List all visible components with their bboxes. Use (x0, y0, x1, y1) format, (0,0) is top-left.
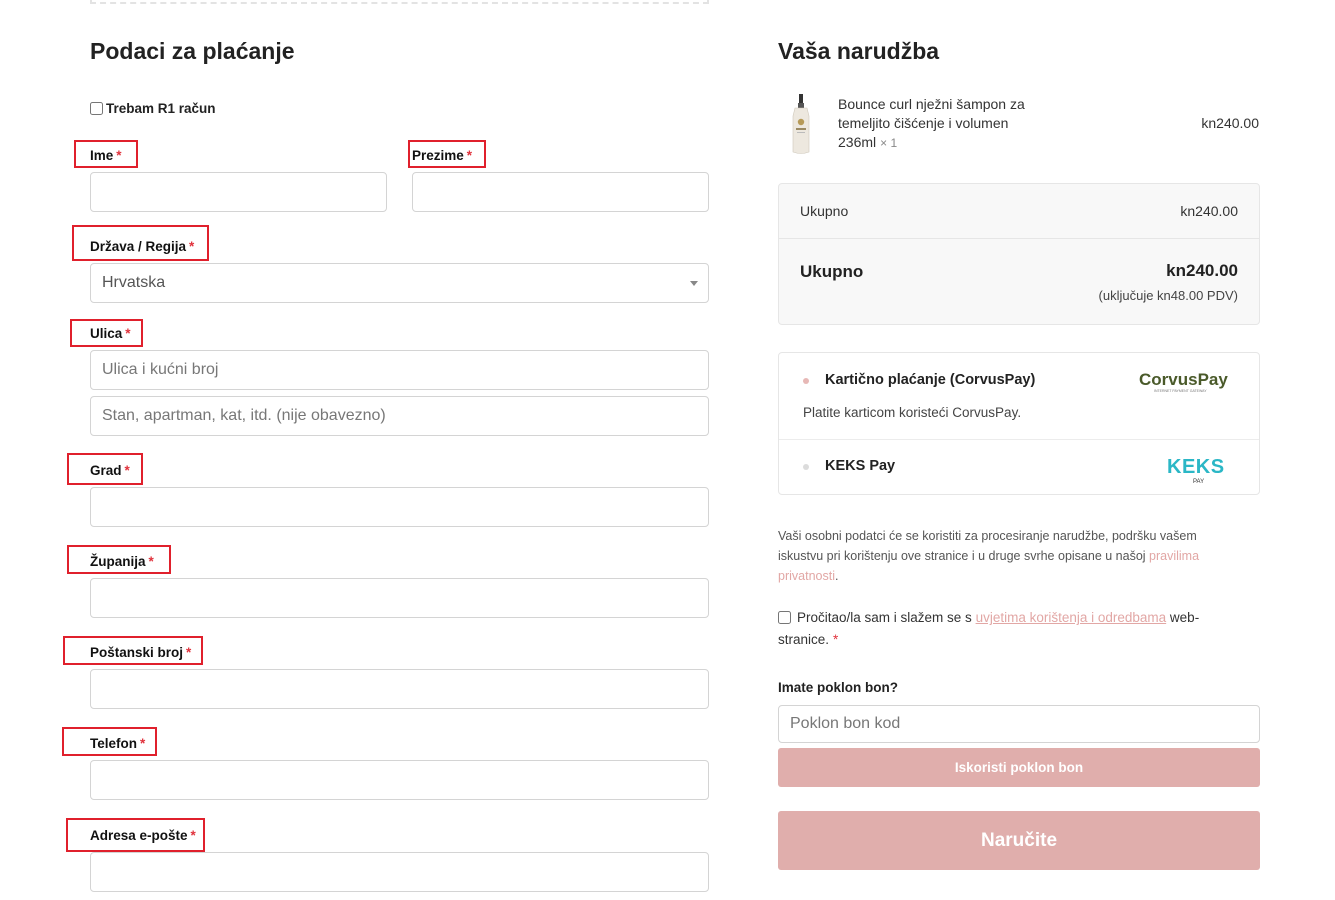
city-label: Grad * (90, 463, 130, 478)
billing-title: Podaci za plaćanje (90, 38, 295, 64)
r1-label: Trebam R1 račun (106, 101, 216, 116)
product-name: Bounce curl nježni šampon za temeljito č… (838, 96, 1025, 150)
phone-input[interactable] (90, 760, 709, 800)
product-thumbnail (792, 94, 810, 154)
total-value: kn240.00 (1166, 261, 1238, 280)
email-input[interactable] (90, 852, 709, 892)
payment-option-corvuspay[interactable]: Kartično plaćanje (CorvusPay) (825, 372, 1035, 388)
product-quantity: × 1 (880, 136, 898, 150)
payment-divider (779, 439, 1259, 440)
chevron-down-icon (690, 281, 698, 286)
order-totals: Ukupno kn240.00 Ukupno kn240.00 (uključu… (778, 183, 1260, 325)
country-selected-value: Hrvatska (102, 274, 166, 291)
coupon-box-border (90, 0, 709, 4)
corvuspay-logo: CorvusPay INTERNET PAYMENT GATEWAY (1139, 370, 1228, 393)
payment-option-keks-pay[interactable]: KEKS Pay (825, 458, 895, 474)
terms-checkbox[interactable] (778, 611, 791, 624)
svg-text:INTERNET PAYMENT GATEWAY: INTERNET PAYMENT GATEWAY (1154, 389, 1207, 393)
subtotal-row: Ukupno kn240.00 (779, 184, 1259, 239)
vat-note: (uključuje kn48.00 PDV) (1098, 288, 1238, 303)
county-label: Županija * (90, 554, 154, 569)
corvuspay-description: Platite karticom koristeći CorvusPay. (803, 405, 1022, 420)
r1-checkbox[interactable] (90, 102, 103, 115)
product-price: kn240.00 (1201, 115, 1259, 131)
postcode-label: Poštanski broj * (90, 645, 192, 660)
apply-gift-card-button[interactable]: Iskoristi poklon bon (778, 748, 1260, 787)
postcode-input[interactable] (90, 669, 709, 709)
place-order-button[interactable]: Naručite (778, 811, 1260, 870)
subtotal-value: kn240.00 (1180, 203, 1238, 219)
svg-text:PAY: PAY (1193, 479, 1204, 485)
phone-label: Telefon * (90, 736, 146, 751)
total-label: Ukupno (800, 262, 864, 281)
r1-invoice-option[interactable]: Trebam R1 račun (90, 101, 216, 116)
first-name-input[interactable] (90, 172, 387, 212)
street-address-input[interactable]: Ulica i kućni broj (90, 350, 709, 390)
terms-link[interactable]: uvjetima korištenja i odredbama (976, 610, 1167, 625)
last-name-input[interactable] (412, 172, 709, 212)
keks-pay-logo: KEKS PAY (1167, 456, 1225, 485)
payment-methods: Kartično plaćanje (CorvusPay) CorvusPay … (778, 352, 1260, 495)
city-input[interactable] (90, 487, 709, 527)
privacy-notice: Vaši osobni podatci će se koristiti za p… (778, 529, 1200, 583)
street-address2-input[interactable]: Stan, apartman, kat, itd. (nije obavezno… (90, 396, 709, 436)
radio-keks-pay[interactable] (803, 464, 809, 470)
terms-agreement[interactable]: Pročitao/la sam i slažem se s uvjetima k… (778, 607, 1228, 651)
email-label: Adresa e-pošte * (90, 828, 196, 843)
country-select[interactable]: Hrvatska (90, 263, 709, 303)
gift-card-label: Imate poklon bon? (778, 680, 898, 695)
svg-text:CorvusPay: CorvusPay (1139, 370, 1228, 389)
subtotal-label: Ukupno (800, 203, 849, 219)
street-label: Ulica * (90, 326, 131, 341)
country-label: Država / Regija * (90, 239, 195, 254)
svg-text:KEKS: KEKS (1167, 456, 1225, 478)
order-title: Vaša narudžba (778, 38, 940, 64)
first-name-label: Ime * (90, 148, 122, 163)
radio-corvuspay[interactable] (803, 378, 809, 384)
last-name-label: Prezime * (412, 148, 473, 163)
county-input[interactable] (90, 578, 709, 618)
gift-card-input[interactable]: Poklon bon kod (778, 705, 1260, 743)
